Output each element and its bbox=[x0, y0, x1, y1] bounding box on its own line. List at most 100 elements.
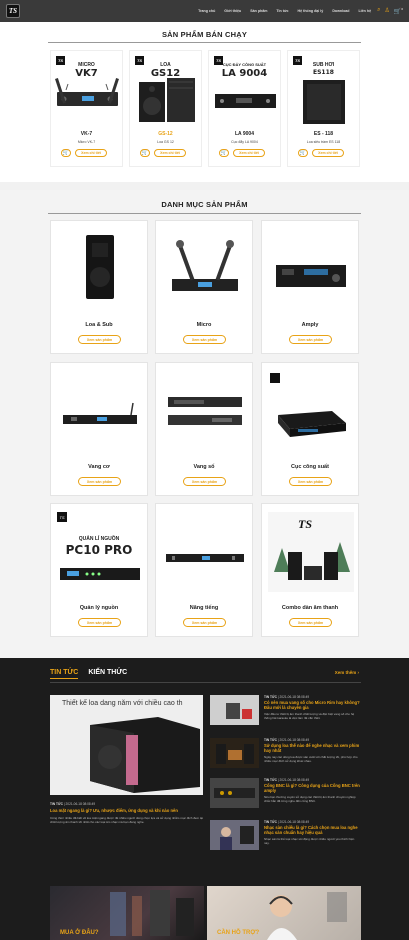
category-card[interactable]: Loa & Sub Xem sản phẩm bbox=[50, 220, 148, 354]
view-products-button[interactable]: Xem sản phẩm bbox=[183, 477, 226, 486]
side-article[interactable]: TIN TỨC | 2021-06-18 08:08:49 Sử dụng lo… bbox=[210, 738, 360, 768]
category-card[interactable]: TS Combo dàn âm thanh Xem sản phẩm bbox=[261, 503, 359, 637]
article-thumbnail bbox=[210, 820, 259, 850]
where-to-buy-banner[interactable]: MUA Ở ĐÂU? bbox=[50, 886, 204, 940]
featured-article-image[interactable]: Thiết kế loa dang năm với chiều cao th bbox=[50, 695, 203, 795]
title-divider bbox=[48, 213, 361, 214]
categories-section: DANH MỤC SẢN PHẨM Loa & Sub Xem sản phẩm… bbox=[0, 190, 409, 658]
view-products-button[interactable]: Xem sản phẩm bbox=[78, 335, 121, 344]
category-card[interactable]: TS QUẢN LÍ NGUỒN PC10 PRO Quản lý nguồn … bbox=[50, 503, 148, 637]
category-name: Cục công suất bbox=[291, 464, 329, 470]
product-code[interactable]: VK-7 bbox=[51, 131, 122, 137]
title-divider bbox=[48, 42, 361, 43]
category-image bbox=[172, 240, 238, 291]
view-more-link[interactable]: Xem thêm › bbox=[335, 670, 359, 675]
article-excerpt: Nếu bạn thường xuyên sử dụng các thiết b… bbox=[264, 795, 356, 804]
article-title[interactable]: Có nên mua vang số cho Micro Rim hay khô… bbox=[264, 700, 360, 711]
cart-icon[interactable]: 🛒0 bbox=[394, 7, 403, 15]
product-image: TS MICRO VK7 bbox=[54, 54, 119, 124]
category-name: Combo dàn âm thanh bbox=[281, 605, 339, 611]
user-icon[interactable]: ♙ bbox=[384, 7, 389, 15]
product-card[interactable]: TS CỤC ĐẨY CÔNG SUẤT LA 9004 LA 9004 Cục… bbox=[208, 50, 281, 167]
category-card[interactable]: Cục công suất Xem sản phẩm bbox=[261, 362, 359, 496]
nav-download[interactable]: Download bbox=[332, 9, 349, 13]
need-support-banner[interactable]: CẦN HỖ TRỢ? bbox=[207, 886, 361, 940]
site-logo[interactable]: TS bbox=[6, 4, 20, 18]
category-image bbox=[270, 373, 346, 437]
article-thumbnail bbox=[210, 738, 259, 768]
search-icon[interactable]: ⌕ bbox=[377, 7, 380, 15]
article-date: 2021-06-18 08:08:49 bbox=[279, 778, 310, 782]
view-products-button[interactable]: Xem sản phẩm bbox=[289, 477, 332, 486]
product-card[interactable]: TS LOA GS12 GS-12 Loa GS 12 🛒 Xem chi ti… bbox=[129, 50, 202, 167]
add-to-cart-button[interactable]: 🛒 bbox=[140, 149, 150, 157]
article-title[interactable]: Cổng BNC là gì? Công dụng của Cổng BNC t… bbox=[264, 783, 360, 794]
category-name: Quản lý nguồn bbox=[79, 605, 119, 611]
view-products-button[interactable]: Xem sản phẩm bbox=[78, 618, 121, 627]
article-meta: TIN TỨC | 2021-06-18 08:08:49 bbox=[264, 778, 310, 782]
product-name: Loa siêu trầm ES 118 bbox=[306, 140, 341, 144]
svg-text:TS: TS bbox=[298, 517, 312, 531]
view-products-button[interactable]: Xem sản phẩm bbox=[289, 335, 332, 344]
featured-article-excerpt: Công thức nhiều đã biết về loa mặt ngang… bbox=[50, 816, 203, 825]
nav-about[interactable]: Giới thiệu bbox=[224, 9, 241, 13]
category-card[interactable]: Vang cơ Xem sản phẩm bbox=[50, 362, 148, 496]
tabs-divider bbox=[50, 682, 361, 683]
side-article[interactable]: TIN TỨC | 2021-06-18 08:08:49 Nhạc sàn c… bbox=[210, 820, 360, 850]
category-image bbox=[276, 265, 346, 287]
news-section: TIN TỨC KIẾN THỨC Xem thêm › Thiết kế lo… bbox=[0, 658, 409, 940]
nav-news[interactable]: Tin tức bbox=[276, 9, 288, 13]
product-code[interactable]: LA 9004 bbox=[209, 131, 280, 137]
article-title[interactable]: Nhạc sàn chiếu là gì? Cách chọn mua loa … bbox=[264, 825, 360, 836]
article-thumbnail bbox=[210, 695, 259, 725]
view-products-button[interactable]: Xem sản phẩm bbox=[78, 477, 121, 486]
article-excerpt: Ngày nay các dòng loa được sản xuất với … bbox=[264, 755, 358, 764]
product-card[interactable]: TS SUB HƠI ES118 ES - 118 Loa siêu trầm … bbox=[287, 50, 360, 167]
nav-contact[interactable]: Liên hệ bbox=[358, 9, 371, 13]
category-card[interactable]: Vang số Xem sản phẩm bbox=[155, 362, 253, 496]
featured-meta: TIN TỨC | 2021-06-18 08:08:49 bbox=[50, 802, 96, 806]
product-code[interactable]: GS-12 bbox=[130, 131, 201, 137]
view-details-button[interactable]: Xem chi tiết bbox=[312, 149, 344, 157]
product-image: TS LOA GS12 bbox=[133, 54, 198, 124]
add-to-cart-button[interactable]: 🛒 bbox=[298, 149, 308, 157]
article-date: 2021-06-18 08:08:49 bbox=[279, 738, 310, 742]
power-manager-graphic bbox=[60, 568, 140, 580]
view-products-button[interactable]: Xem sản phẩm bbox=[289, 618, 332, 627]
article-thumbnail bbox=[210, 778, 259, 808]
article-title[interactable]: Sử dụng loa thế nào để nghe nhạc và xem … bbox=[264, 743, 360, 754]
nav-dealers[interactable]: Hệ thống đại lý bbox=[298, 9, 324, 13]
category-image-label: QUẢN LÍ NGUỒN bbox=[78, 536, 120, 542]
product-code[interactable]: ES - 118 bbox=[288, 131, 359, 137]
category-image bbox=[168, 397, 242, 425]
category-image bbox=[166, 554, 244, 562]
tab-news[interactable]: TIN TỨC bbox=[50, 669, 79, 679]
category-card[interactable]: Nâng tiếng Xem sản phẩm bbox=[155, 503, 253, 637]
product-card[interactable]: TS MICRO VK7 VK-7 Micro VK-7 🛒 Xem chi t… bbox=[50, 50, 123, 167]
add-to-cart-button[interactable]: 🛒 bbox=[219, 149, 229, 157]
article-meta: TIN TỨC | 2021-06-18 08:08:49 bbox=[264, 695, 310, 699]
subwoofer-graphic bbox=[303, 80, 345, 124]
add-to-cart-button[interactable]: 🛒 bbox=[61, 149, 71, 157]
category-name: Amply bbox=[301, 322, 319, 328]
chevron-right-icon: › bbox=[357, 670, 360, 675]
side-article[interactable]: TIN TỨC | 2021-06-18 08:08:49 Cổng BNC l… bbox=[210, 778, 360, 808]
nav-products[interactable]: Sản phẩm bbox=[250, 9, 267, 13]
article-category: TIN TỨC bbox=[264, 778, 277, 782]
cart-count-badge: 0 bbox=[401, 7, 403, 11]
view-products-button[interactable]: Xem sản phẩm bbox=[183, 618, 226, 627]
article-meta: TIN TỨC | 2021-06-18 08:08:49 bbox=[264, 738, 310, 742]
category-card[interactable]: Amply Xem sản phẩm bbox=[261, 220, 359, 354]
view-details-button[interactable]: Xem chi tiết bbox=[75, 149, 107, 157]
category-card[interactable]: Micro Xem sản phẩm bbox=[155, 220, 253, 354]
view-products-button[interactable]: Xem sản phẩm bbox=[183, 335, 226, 344]
featured-article-title[interactable]: Loa mặt ngang là gì? Ưu, nhược điểm, ứng… bbox=[50, 808, 205, 813]
view-details-button[interactable]: Xem chi tiết bbox=[154, 149, 186, 157]
category-name: Loa & Sub bbox=[85, 322, 113, 328]
product-image: TS CỤC ĐẨY CÔNG SUẤT LA 9004 bbox=[212, 54, 277, 124]
nav-home[interactable]: Trang chủ bbox=[198, 9, 215, 13]
side-article[interactable]: TIN TỨC | 2021-06-18 08:08:49 Có nên mua… bbox=[210, 695, 360, 725]
speaker-graphic bbox=[139, 78, 195, 122]
view-details-button[interactable]: Xem chi tiết bbox=[233, 149, 265, 157]
tab-knowledge[interactable]: KIẾN THỨC bbox=[88, 669, 127, 679]
